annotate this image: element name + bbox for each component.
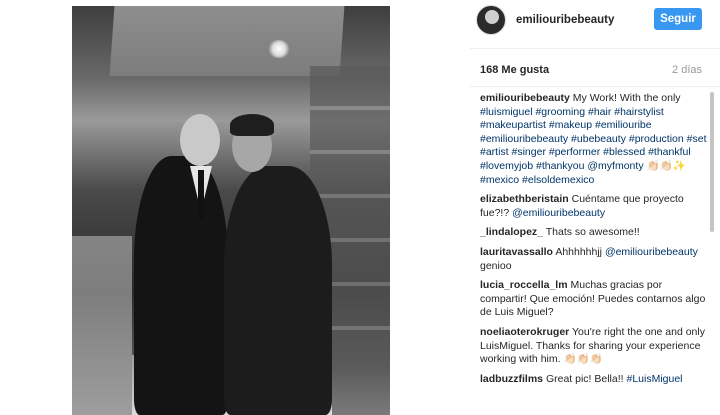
photo-person-right [224,166,332,415]
comment-username[interactable]: elizabethberistain [480,193,569,205]
post-photo[interactable] [72,6,390,415]
likes-count[interactable]: 168 Me gusta [480,64,549,76]
post-time[interactable]: 2 días [672,64,702,76]
comment-text: genioo [480,259,512,272]
comment-username[interactable]: ladbuzzfilms [480,373,543,385]
comments-scrollbar[interactable] [710,92,714,232]
comment-item: noeliaoterokruger You're right the one a… [480,326,710,367]
stats-divider [470,86,720,87]
comment-item: lauritavassallo Ahhhhhhjj @emiliouribebe… [480,246,710,273]
comment-hashtags[interactable]: @emiliouribebeauty [605,246,698,258]
comment-item: ladbuzzfilms Great pic! Bella!! #LuisMig… [480,373,710,387]
follow-button[interactable]: Seguir [654,8,702,30]
photo-hair-right [230,114,274,136]
comment-hashtags[interactable]: @emiliouribebeauty [512,207,605,219]
comment-username[interactable]: emiliouribebeauty [480,92,570,104]
comment-text: Great pic! Bella!! [545,372,627,385]
comment-username[interactable]: _lindalopez_ [480,226,543,238]
comment-username[interactable]: lauritavassallo [480,246,553,258]
photo-head-left [180,114,220,166]
photo-counter [72,236,132,415]
comment-item: emiliouribebeauty My Work! With the only… [480,92,710,187]
header-divider [470,48,720,49]
comment-username[interactable]: lucia_roccella_lm [480,279,568,291]
comments-list[interactable]: emiliouribebeauty My Work! With the only… [480,92,710,415]
comment-item: lucia_roccella_lm Muchas gracias por com… [480,279,710,320]
comment-text: Ahhhhhhjj [555,245,605,258]
comment-text: My Work! With the only [572,92,681,104]
photo-person-left [134,156,228,415]
avatar[interactable] [476,5,506,35]
comment-hashtags[interactable]: #LuisMiguel [626,373,682,385]
comment-username[interactable]: noeliaoterokruger [480,326,569,338]
photo-tie [198,170,204,220]
comment-hashtags[interactable]: #mexico #elsoldemexico [480,174,594,186]
post-stats: 168 Me gusta 2 días [480,64,702,76]
comment-item: _lindalopez_ Thats so awesome!! [480,226,710,240]
photo-ceiling-light [268,40,290,58]
header-username[interactable]: emiliouribebeauty [516,14,614,26]
comment-text: 👏🏻👏🏻✨ [643,159,686,172]
comment-text: Thats so awesome!! [545,226,640,239]
comment-item: elizabethberistain Cuéntame que proyecto… [480,193,710,220]
